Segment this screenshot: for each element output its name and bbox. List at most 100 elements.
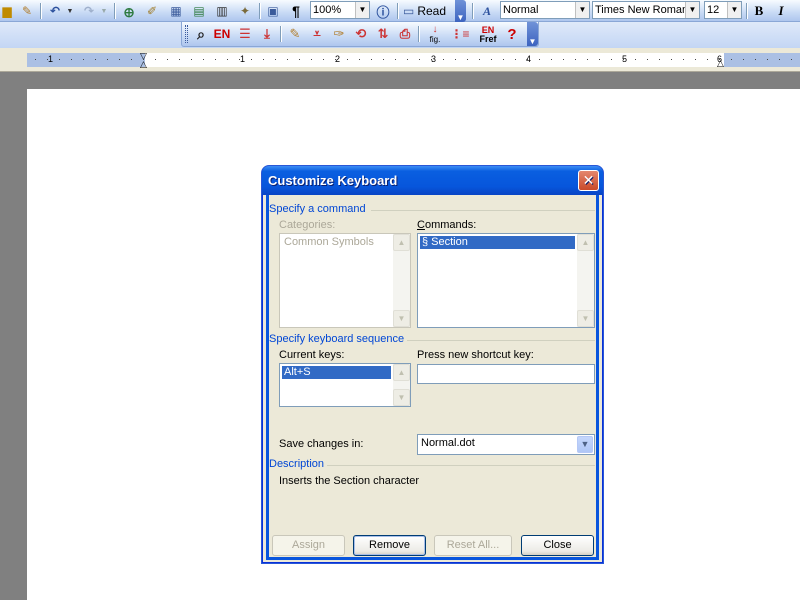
divider: [371, 210, 595, 211]
ruler-tick: [143, 59, 144, 60]
ruler-tick: [335, 59, 336, 60]
current-keys-listbox[interactable]: Alt+S ▲ ▼: [279, 363, 411, 407]
toolbar-grip[interactable]: [185, 25, 188, 43]
show-hide-icon[interactable]: ¶: [287, 2, 305, 20]
toolbar-options-chevron[interactable]: ▼: [455, 0, 466, 22]
ruler-tick: [551, 59, 552, 60]
ruler-tick: [95, 59, 96, 60]
scroll-down-icon[interactable]: ▼: [393, 389, 410, 406]
save-changes-value: Normal.dot: [421, 437, 475, 449]
ruler-tick: [623, 59, 624, 60]
format-painter-icon[interactable]: ✎: [18, 2, 36, 20]
scroll-up-icon[interactable]: ▲: [577, 234, 594, 251]
ruler-tick: [503, 59, 504, 60]
hyperlink-icon[interactable]: 🜨: [120, 2, 138, 20]
paste-icon[interactable]: ▆: [0, 2, 14, 20]
insert-table-icon[interactable]: ▦: [167, 2, 185, 20]
ruler-tick: [203, 59, 204, 60]
drawing-icon[interactable]: ✦: [236, 2, 254, 20]
columns-icon[interactable]: ▥: [213, 2, 231, 20]
unformat-citation-icon[interactable]: ⟲: [352, 25, 370, 43]
zoom-combo[interactable]: 100% ▼: [310, 1, 370, 19]
left-indent-marker[interactable]: △: [140, 60, 147, 69]
ruler-tick: [179, 59, 180, 60]
categories-scrollbar[interactable]: ▲ ▼: [393, 234, 410, 327]
ruler-tick: [71, 59, 72, 60]
redo-icon[interactable]: ↷: [80, 2, 98, 20]
italic-button[interactable]: I: [772, 2, 790, 20]
bold-button[interactable]: B: [750, 2, 768, 20]
chevron-down-icon[interactable]: ▼: [727, 2, 741, 18]
ruler-tick: [563, 59, 564, 60]
document-map-icon[interactable]: ▣: [264, 2, 282, 20]
close-button[interactable]: Close: [521, 535, 594, 556]
chevron-down-icon[interactable]: ▼: [577, 436, 593, 453]
ruler-tick: [467, 59, 468, 60]
scroll-down-icon[interactable]: ▼: [393, 310, 410, 327]
ruler-tick: [407, 59, 408, 60]
format-bibliography-icon[interactable]: ✑: [330, 25, 348, 43]
endnote-toolbar-area: ⌕ EN ☰ ⤓ ✎ ⩡ ✑ ⟲ ⇅ ⎙ ↓ fig. ⋮≡ EN Fref ?…: [0, 22, 800, 48]
fref-label: Fref: [479, 33, 497, 44]
ruler-tick: [359, 59, 360, 60]
style-combo[interactable]: Normal ▼: [500, 1, 590, 19]
font-size-combo[interactable]: 12 ▼: [704, 1, 742, 19]
insert-figure-button[interactable]: ↓ fig.: [424, 24, 446, 44]
undo-icon[interactable]: ↶: [46, 2, 64, 20]
scroll-up-icon[interactable]: ▲: [393, 364, 410, 381]
figure-label: fig.: [429, 34, 441, 44]
ruler-tick: [611, 59, 612, 60]
categories-label: Categories:: [279, 219, 336, 231]
description-text: Inserts the Section character: [279, 475, 420, 487]
list-item[interactable]: Alt+S: [282, 366, 391, 379]
reset-all-button[interactable]: Reset All...: [434, 535, 512, 556]
endnote-preferences-button[interactable]: EN Fref: [475, 24, 501, 44]
scroll-up-icon[interactable]: ▲: [393, 234, 410, 251]
book-icon: ▭: [403, 4, 415, 18]
dialog-title-bar[interactable]: Customize Keyboard ✕: [262, 166, 603, 195]
undo-dropdown-icon[interactable]: ▼: [65, 2, 75, 20]
current-keys-scrollbar[interactable]: ▲ ▼: [393, 364, 410, 406]
zoom-value: 100%: [313, 4, 342, 16]
toolbar-options-chevron[interactable]: ▼: [527, 22, 538, 46]
redo-dropdown-icon[interactable]: ▼: [99, 2, 109, 20]
find-citation-icon[interactable]: ⌕: [192, 25, 210, 43]
commands-listbox[interactable]: § Section ▲ ▼: [417, 233, 595, 328]
insert-note-icon[interactable]: ⩡: [308, 25, 326, 43]
list-numbers-icon[interactable]: ⋮≡: [450, 25, 470, 43]
scroll-down-icon[interactable]: ▼: [577, 310, 594, 327]
endnote-go-button[interactable]: EN: [211, 25, 233, 43]
font-combo[interactable]: Times New Roman ▼: [592, 1, 700, 19]
close-icon[interactable]: ✕: [578, 170, 599, 191]
chevron-down-icon[interactable]: ▼: [355, 2, 369, 18]
categories-listbox[interactable]: Common Symbols ▲ ▼: [279, 233, 411, 328]
assign-button[interactable]: Assign: [272, 535, 345, 556]
chevron-down-icon[interactable]: ▼: [685, 2, 699, 18]
new-shortcut-input[interactable]: [417, 364, 595, 384]
styles-formatting-icon[interactable]: A: [477, 2, 497, 20]
generate-library-icon[interactable]: ⎙: [396, 25, 414, 43]
chevron-down-icon[interactable]: ▼: [575, 2, 589, 18]
export-icon[interactable]: ⇅: [374, 25, 392, 43]
insert-citation-icon[interactable]: ⤓: [258, 25, 276, 43]
specify-command-heading: Specify a command: [269, 203, 366, 215]
remove-button[interactable]: Remove: [353, 535, 426, 556]
ruler-tick: [287, 59, 288, 60]
insert-excel-icon[interactable]: ▤: [190, 2, 208, 20]
list-item[interactable]: § Section: [420, 236, 575, 249]
ruler-tick: [47, 59, 48, 60]
save-changes-select[interactable]: Normal.dot ▼: [417, 434, 595, 455]
commands-scrollbar[interactable]: ▲ ▼: [577, 234, 594, 327]
press-new-shortcut-label: Press new shortcut key:: [417, 349, 534, 361]
ruler-tick: [695, 59, 696, 60]
horizontal-ruler[interactable]: 1 1 2 3 4 5 6 ▽ △ △: [27, 52, 800, 69]
right-indent-marker[interactable]: △: [717, 59, 724, 68]
read-button[interactable]: ▭ Read: [403, 2, 446, 20]
tables-borders-icon[interactable]: ✐: [143, 2, 161, 20]
help-button[interactable]: ?: [504, 25, 520, 43]
help-circle-icon[interactable]: ⓘ: [374, 2, 392, 20]
edit-citation-icon[interactable]: ✎: [286, 25, 304, 43]
list-item[interactable]: Common Symbols: [282, 236, 374, 249]
list-icon[interactable]: ☰: [236, 25, 254, 43]
ruler-tick: [299, 59, 300, 60]
